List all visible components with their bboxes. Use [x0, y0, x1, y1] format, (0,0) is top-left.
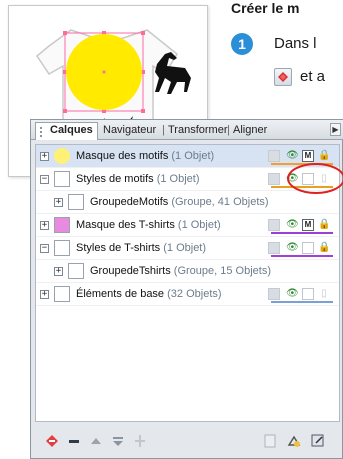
layer-row[interactable]: + GroupedeMotifs (Groupe, 41 Objets) — [36, 191, 339, 214]
layer-name: Masque des T-shirts (1 Objet) — [76, 214, 221, 237]
layer-color-swatch[interactable] — [268, 173, 280, 185]
add-layer-icon[interactable] — [43, 433, 61, 451]
layer-title: Styles de motifs — [76, 173, 154, 185]
layer-count: (1 Objet) — [163, 242, 207, 254]
layer-color-swatch[interactable] — [268, 219, 280, 231]
step-number-badge: 1 — [231, 33, 253, 55]
master-layer-icon[interactable]: M — [302, 150, 314, 162]
layer-name: Éléments de base (32 Objets) — [76, 283, 222, 306]
layer-name: Styles de motifs (1 Objet) — [76, 168, 200, 191]
layer-options-icon[interactable] — [285, 433, 303, 451]
visibility-eye-icon[interactable]: 👁 — [286, 288, 299, 300]
layer-name: GroupedeMotifs (Groupe, 41 Objets) — [90, 191, 269, 214]
tab-calques-label: Calques — [50, 124, 93, 136]
master-layer-icon[interactable]: M — [302, 288, 314, 300]
layer-thumbnail — [68, 194, 84, 210]
layer-count: (1 Objet) — [171, 150, 215, 162]
lock-icon[interactable]: ▯ — [318, 288, 330, 300]
panel-tab-bar: Calques Navigateur | Transformer | Align… — [31, 120, 343, 140]
visibility-eye-icon[interactable]: 👁 — [286, 150, 299, 162]
tab-calques[interactable]: Calques — [35, 122, 98, 140]
visibility-eye-icon[interactable]: 👁 — [286, 219, 299, 231]
tab-aligner[interactable]: Aligner — [233, 123, 267, 139]
master-layer-icon[interactable]: M — [302, 242, 314, 254]
expand-icon[interactable]: + — [40, 221, 49, 230]
layer-thumbnail — [54, 148, 70, 164]
layer-thumbnail — [54, 286, 70, 302]
layer-title: Masque des T-shirts — [76, 219, 175, 231]
tab-separator: | — [227, 124, 230, 136]
add-layer-icon — [274, 68, 292, 86]
layer-thumbnail — [54, 217, 70, 233]
layer-row[interactable]: + Masque des T-shirts (1 Objet) 👁 M 🔒 — [36, 214, 339, 237]
collapse-icon[interactable]: − — [40, 244, 49, 253]
panel-settings-icon[interactable] — [309, 433, 327, 451]
layer-thumbnail — [54, 240, 70, 256]
master-layer-icon[interactable]: M — [302, 219, 314, 231]
tab-navigateur[interactable]: Navigateur — [103, 123, 156, 139]
layer-name: GroupedeTshirts (Groupe, 15 Objets) — [90, 260, 271, 283]
merge-icon[interactable] — [131, 433, 149, 451]
layer-row[interactable]: + Masque des motifs (1 Objet) 👁 M 🔒 — [36, 145, 339, 168]
tutorial-heading: Créer le m — [231, 0, 300, 16]
expand-icon[interactable]: + — [40, 152, 49, 161]
layer-color-swatch[interactable] — [268, 242, 280, 254]
layer-title: GroupedeMotifs — [90, 196, 169, 208]
page: Créer le m 1 Dans l et a Calques Navigat… — [0, 0, 343, 459]
collapse-icon[interactable]: − — [40, 175, 49, 184]
expand-icon[interactable]: + — [54, 267, 63, 276]
tab-separator: | — [162, 124, 165, 136]
layer-color-bar — [271, 232, 333, 234]
layer-row[interactable]: + GroupedeTshirts (Groupe, 15 Objets) — [36, 260, 339, 283]
layer-count: (1 Objet) — [156, 173, 200, 185]
layer-color-swatch[interactable] — [268, 288, 280, 300]
step-text-continued: et a — [300, 68, 326, 85]
layer-color-bar — [271, 255, 333, 257]
page-icon[interactable] — [261, 433, 279, 451]
layers-toolbar — [31, 426, 343, 458]
expand-icon[interactable]: + — [54, 198, 63, 207]
layer-row[interactable]: + Éléments de base (32 Objets) 👁M ▯ — [36, 283, 339, 306]
layer-thumbnail — [68, 263, 84, 279]
layer-title: Styles de T-shirts — [76, 242, 161, 254]
move-down-icon[interactable] — [109, 433, 127, 451]
panel-grip-icon[interactable] — [40, 127, 45, 137]
move-up-icon[interactable] — [87, 433, 105, 451]
layer-title: GroupedeTshirts — [90, 265, 171, 277]
layer-thumbnail — [54, 171, 70, 187]
expand-icon[interactable]: + — [40, 290, 49, 299]
chevron-right-icon[interactable]: ▶ — [330, 123, 341, 136]
layer-color-bar — [271, 301, 333, 303]
delete-layer-icon[interactable] — [65, 433, 83, 451]
layer-name: Masque des motifs (1 Objet) — [76, 145, 214, 168]
lock-icon[interactable]: 🔒 — [318, 219, 330, 231]
layer-row[interactable]: − Styles de T-shirts (1 Objet) 👁M 🔒 — [36, 237, 339, 260]
visibility-eye-icon[interactable]: 👁 — [286, 242, 299, 254]
lock-icon[interactable]: 🔒 — [318, 150, 330, 162]
layer-title: Éléments de base — [76, 288, 165, 300]
layer-count: (Groupe, 41 Objets) — [171, 196, 269, 208]
layer-title: Masque des motifs — [76, 150, 169, 162]
layer-count: (32 Objets) — [167, 288, 222, 300]
lock-icon[interactable]: 🔒 — [318, 242, 330, 254]
layer-count: (1 Objet) — [177, 219, 221, 231]
highlight-ring — [287, 163, 343, 194]
tab-transformer[interactable]: Transformer — [168, 123, 228, 139]
step-text: Dans l — [274, 35, 317, 52]
layer-name: Styles de T-shirts (1 Objet) — [76, 237, 206, 260]
layer-count: (Groupe, 15 Objets) — [173, 265, 271, 277]
layer-color-swatch[interactable] — [268, 150, 280, 162]
